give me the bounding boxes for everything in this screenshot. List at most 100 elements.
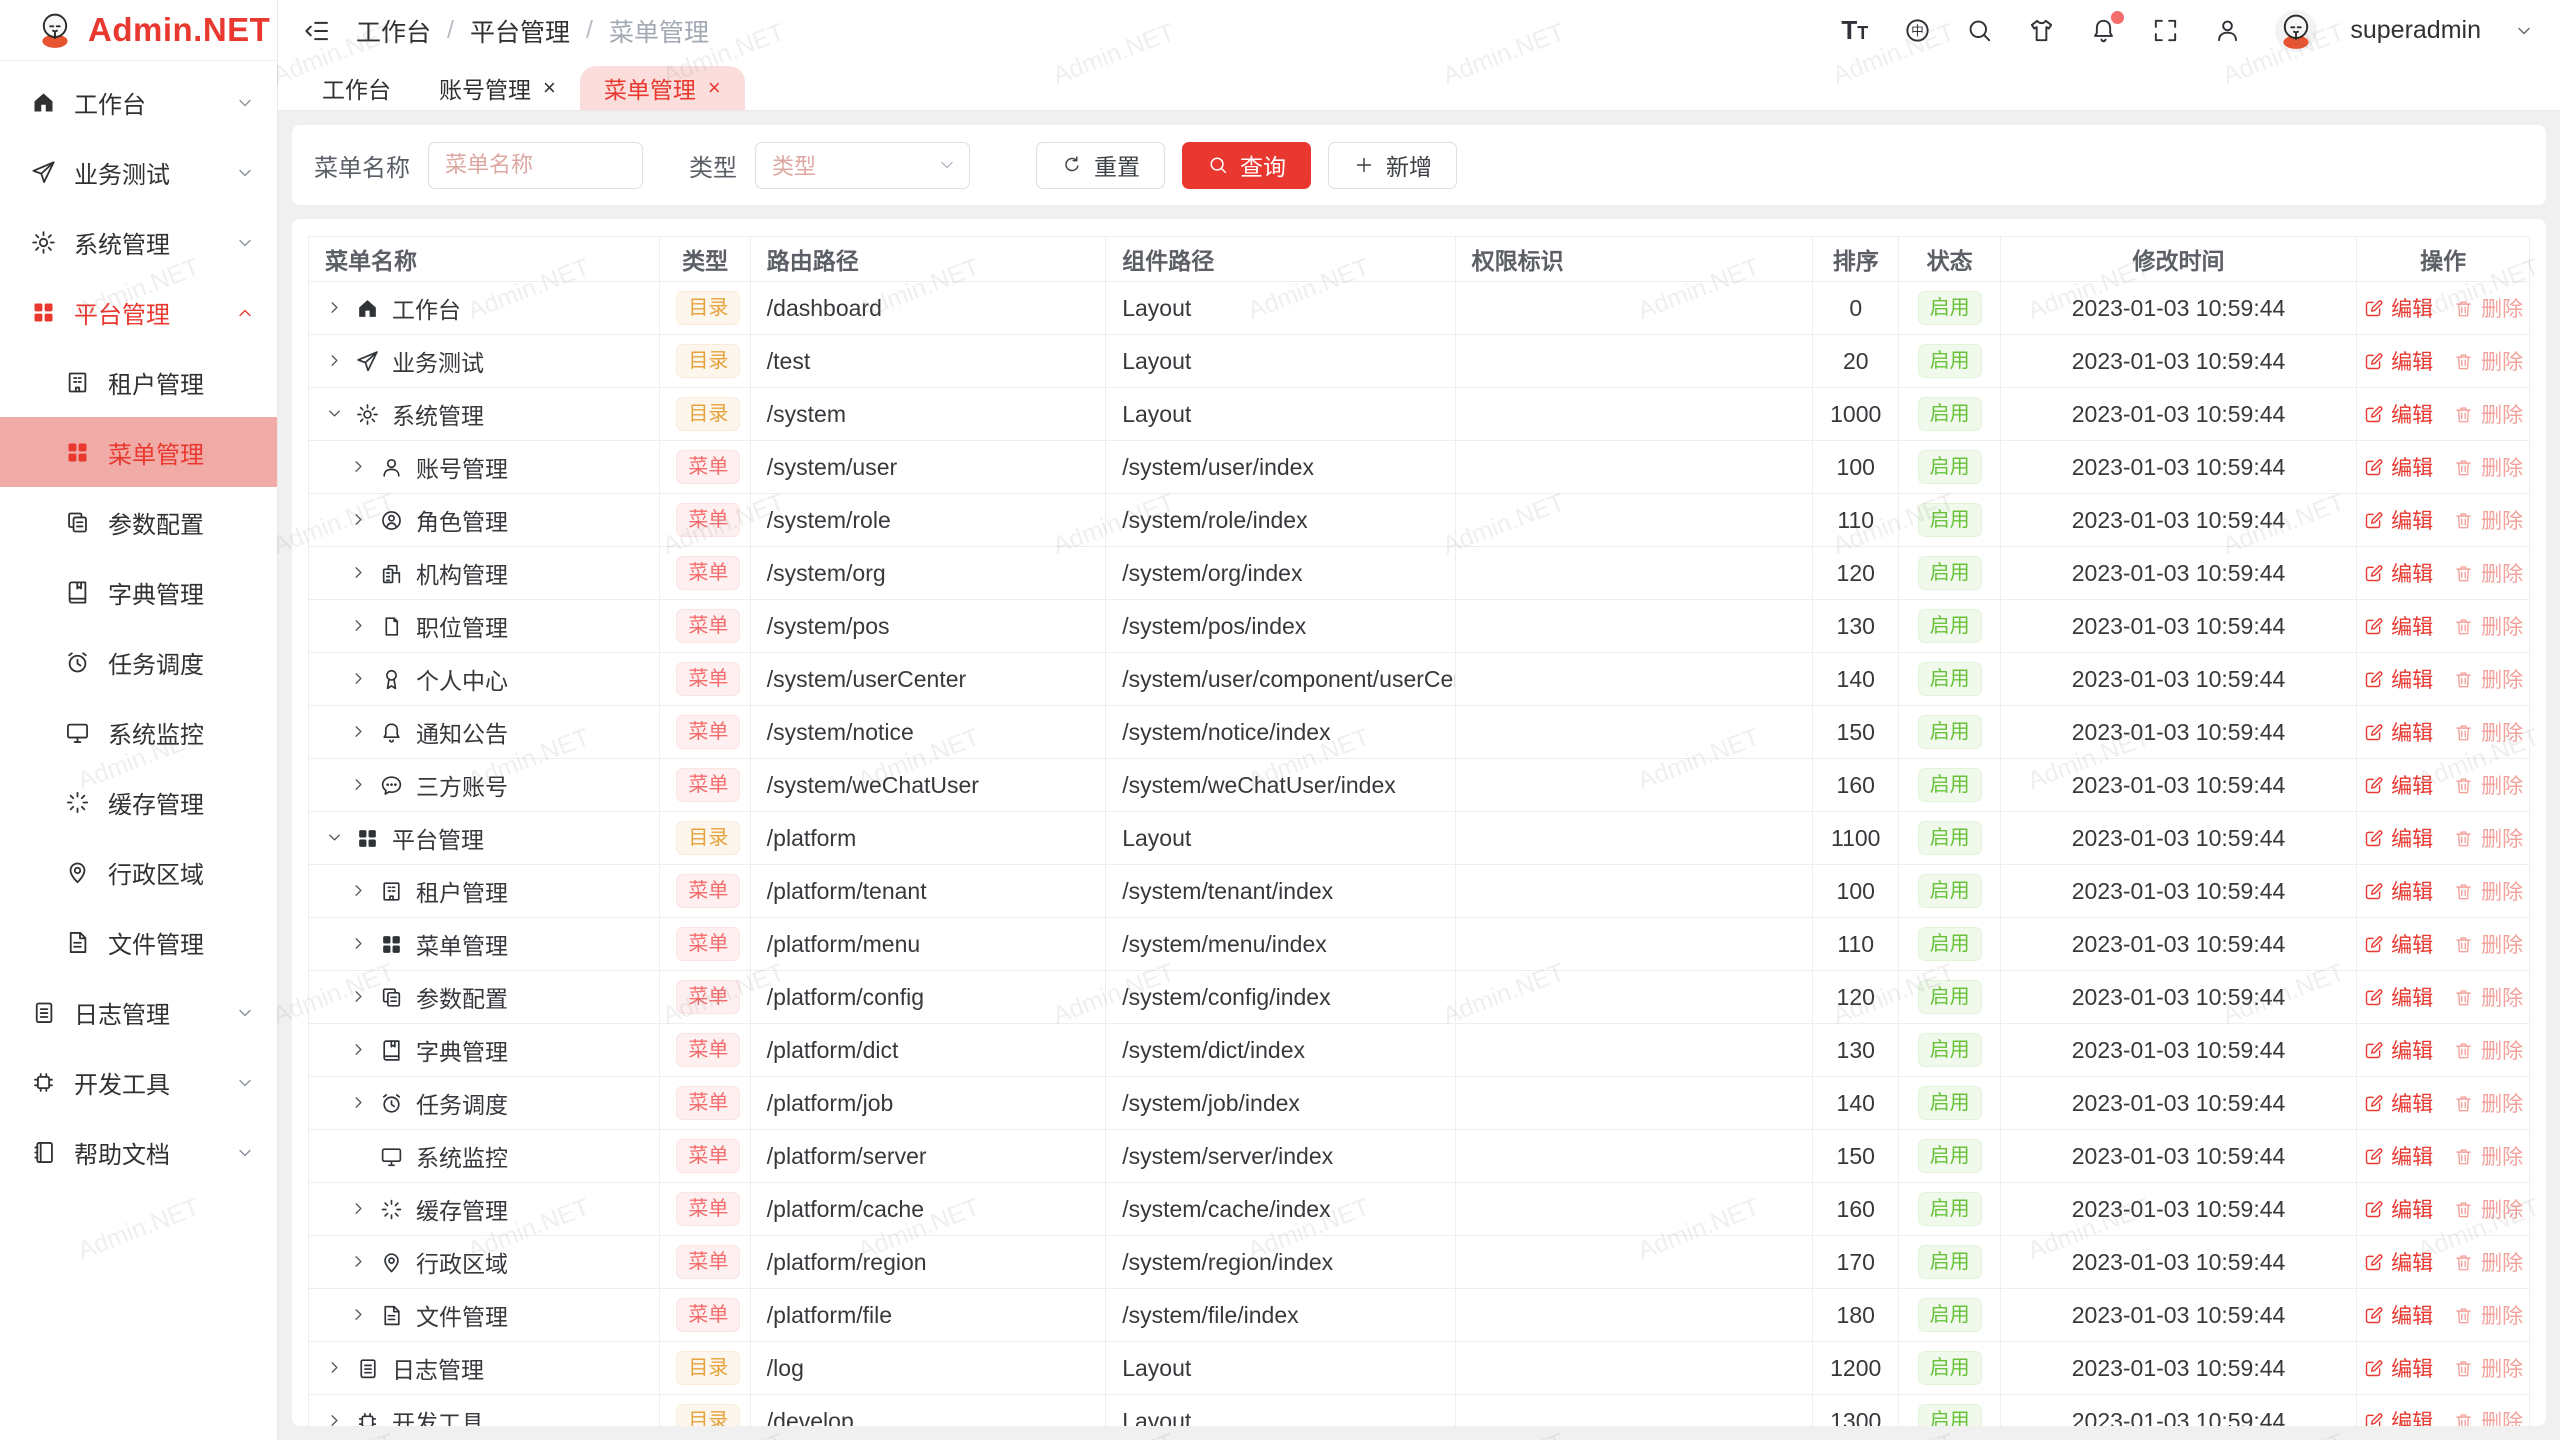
type-select[interactable]: 类型 bbox=[755, 142, 970, 189]
collapse-row-icon[interactable] bbox=[325, 404, 355, 424]
edit-button[interactable]: 编辑 bbox=[2363, 664, 2433, 694]
delete-button[interactable]: 删除 bbox=[2453, 1247, 2523, 1277]
tab-account-mgmt[interactable]: 账号管理× bbox=[415, 66, 580, 110]
edit-button[interactable]: 编辑 bbox=[2363, 452, 2433, 482]
expand-row-icon[interactable] bbox=[325, 351, 355, 371]
delete-button[interactable]: 删除 bbox=[2453, 823, 2523, 853]
breadcrumb-item[interactable]: 工作台 bbox=[356, 13, 431, 49]
edit-button[interactable]: 编辑 bbox=[2363, 611, 2433, 641]
delete-button[interactable]: 删除 bbox=[2453, 346, 2523, 376]
edit-button[interactable]: 编辑 bbox=[2363, 1088, 2433, 1118]
delete-button[interactable]: 删除 bbox=[2453, 770, 2523, 800]
sidebar-item-file-mgmt[interactable]: 文件管理 bbox=[0, 907, 277, 977]
edit-button[interactable]: 编辑 bbox=[2363, 399, 2433, 429]
sidebar-item-job-schedule[interactable]: 任务调度 bbox=[0, 627, 277, 697]
search-button[interactable]: 查询 bbox=[1182, 142, 1311, 189]
chevron-down-icon[interactable] bbox=[2514, 21, 2534, 41]
delete-button[interactable]: 删除 bbox=[2453, 293, 2523, 323]
expand-row-icon[interactable] bbox=[349, 616, 379, 636]
delete-button[interactable]: 删除 bbox=[2453, 505, 2523, 535]
edit-button[interactable]: 编辑 bbox=[2363, 929, 2433, 959]
expand-row-icon[interactable] bbox=[349, 775, 379, 795]
language-icon[interactable]: 中 bbox=[1903, 16, 1932, 45]
breadcrumb-item[interactable]: 平台管理 bbox=[470, 13, 570, 49]
edit-button[interactable]: 编辑 bbox=[2363, 770, 2433, 800]
sidebar-item-log-mgmt[interactable]: 日志管理 bbox=[0, 977, 277, 1047]
edit-button[interactable]: 编辑 bbox=[2363, 823, 2433, 853]
edit-button[interactable]: 编辑 bbox=[2363, 1353, 2433, 1383]
avatar[interactable] bbox=[2275, 10, 2317, 52]
edit-button[interactable]: 编辑 bbox=[2363, 1247, 2433, 1277]
delete-button[interactable]: 删除 bbox=[2453, 452, 2523, 482]
sidebar-item-workbench[interactable]: 工作台 bbox=[0, 67, 277, 137]
expand-row-icon[interactable] bbox=[325, 1358, 355, 1378]
theme-icon[interactable] bbox=[2027, 16, 2056, 45]
delete-button[interactable]: 删除 bbox=[2453, 1300, 2523, 1330]
expand-row-icon[interactable] bbox=[349, 1040, 379, 1060]
expand-row-icon[interactable] bbox=[349, 510, 379, 530]
fullscreen-icon[interactable] bbox=[2151, 16, 2180, 45]
delete-button[interactable]: 删除 bbox=[2453, 717, 2523, 747]
edit-button[interactable]: 编辑 bbox=[2363, 1194, 2433, 1224]
logo[interactable]: Admin.NET bbox=[0, 0, 277, 61]
sidebar-item-help-docs[interactable]: 帮助文档 bbox=[0, 1117, 277, 1187]
expand-row-icon[interactable] bbox=[349, 987, 379, 1007]
add-button[interactable]: 新增 bbox=[1328, 142, 1457, 189]
delete-button[interactable]: 删除 bbox=[2453, 664, 2523, 694]
sidebar-item-dict-mgmt[interactable]: 字典管理 bbox=[0, 557, 277, 627]
sidebar-item-platform-mgmt[interactable]: 平台管理 bbox=[0, 277, 277, 347]
sidebar-item-system-monitor[interactable]: 系统监控 bbox=[0, 697, 277, 767]
edit-button[interactable]: 编辑 bbox=[2363, 717, 2433, 747]
expand-row-icon[interactable] bbox=[325, 298, 355, 318]
expand-row-icon[interactable] bbox=[349, 1252, 379, 1272]
delete-button[interactable]: 删除 bbox=[2453, 1035, 2523, 1065]
expand-row-icon[interactable] bbox=[349, 669, 379, 689]
tab-menu-mgmt[interactable]: 菜单管理× bbox=[580, 66, 745, 110]
delete-button[interactable]: 删除 bbox=[2453, 876, 2523, 906]
edit-button[interactable]: 编辑 bbox=[2363, 1406, 2433, 1426]
username[interactable]: superadmin bbox=[2350, 16, 2481, 45]
delete-button[interactable]: 删除 bbox=[2453, 1406, 2523, 1426]
sidebar-item-dev-tools[interactable]: 开发工具 bbox=[0, 1047, 277, 1117]
delete-button[interactable]: 删除 bbox=[2453, 1088, 2523, 1118]
expand-row-icon[interactable] bbox=[349, 881, 379, 901]
sidebar-item-region[interactable]: 行政区域 bbox=[0, 837, 277, 907]
delete-button[interactable]: 删除 bbox=[2453, 1353, 2523, 1383]
search-icon[interactable] bbox=[1965, 16, 1994, 45]
edit-button[interactable]: 编辑 bbox=[2363, 982, 2433, 1012]
sidebar-item-tenant-mgmt[interactable]: 租户管理 bbox=[0, 347, 277, 417]
sidebar-item-system-mgmt[interactable]: 系统管理 bbox=[0, 207, 277, 277]
edit-button[interactable]: 编辑 bbox=[2363, 1141, 2433, 1171]
collapse-row-icon[interactable] bbox=[325, 828, 355, 848]
tab-workbench[interactable]: 工作台 bbox=[298, 66, 415, 110]
edit-button[interactable]: 编辑 bbox=[2363, 1300, 2433, 1330]
close-icon[interactable]: × bbox=[708, 77, 721, 99]
sidebar-item-menu-mgmt[interactable]: 菜单管理 bbox=[0, 417, 277, 487]
user-icon[interactable] bbox=[2213, 16, 2242, 45]
edit-button[interactable]: 编辑 bbox=[2363, 505, 2433, 535]
expand-row-icon[interactable] bbox=[349, 563, 379, 583]
delete-button[interactable]: 删除 bbox=[2453, 1141, 2523, 1171]
reset-button[interactable]: 重置 bbox=[1036, 142, 1165, 189]
font-size-icon[interactable]: TT bbox=[1841, 16, 1870, 45]
edit-button[interactable]: 编辑 bbox=[2363, 346, 2433, 376]
delete-button[interactable]: 删除 bbox=[2453, 929, 2523, 959]
close-icon[interactable]: × bbox=[543, 77, 556, 99]
edit-button[interactable]: 编辑 bbox=[2363, 1035, 2433, 1065]
expand-row-icon[interactable] bbox=[349, 1305, 379, 1325]
sidebar-item-business-test[interactable]: 业务测试 bbox=[0, 137, 277, 207]
delete-button[interactable]: 删除 bbox=[2453, 558, 2523, 588]
expand-row-icon[interactable] bbox=[349, 722, 379, 742]
delete-button[interactable]: 删除 bbox=[2453, 982, 2523, 1012]
bell-icon[interactable] bbox=[2089, 16, 2118, 45]
sidebar-item-param-config[interactable]: 参数配置 bbox=[0, 487, 277, 557]
expand-row-icon[interactable] bbox=[349, 1093, 379, 1113]
edit-button[interactable]: 编辑 bbox=[2363, 293, 2433, 323]
expand-row-icon[interactable] bbox=[349, 1199, 379, 1219]
sidebar-item-cache-mgmt[interactable]: 缓存管理 bbox=[0, 767, 277, 837]
menu-name-input[interactable] bbox=[428, 142, 643, 189]
delete-button[interactable]: 删除 bbox=[2453, 399, 2523, 429]
delete-button[interactable]: 删除 bbox=[2453, 1194, 2523, 1224]
collapse-sidebar-icon[interactable] bbox=[302, 16, 332, 46]
expand-row-icon[interactable] bbox=[349, 457, 379, 477]
